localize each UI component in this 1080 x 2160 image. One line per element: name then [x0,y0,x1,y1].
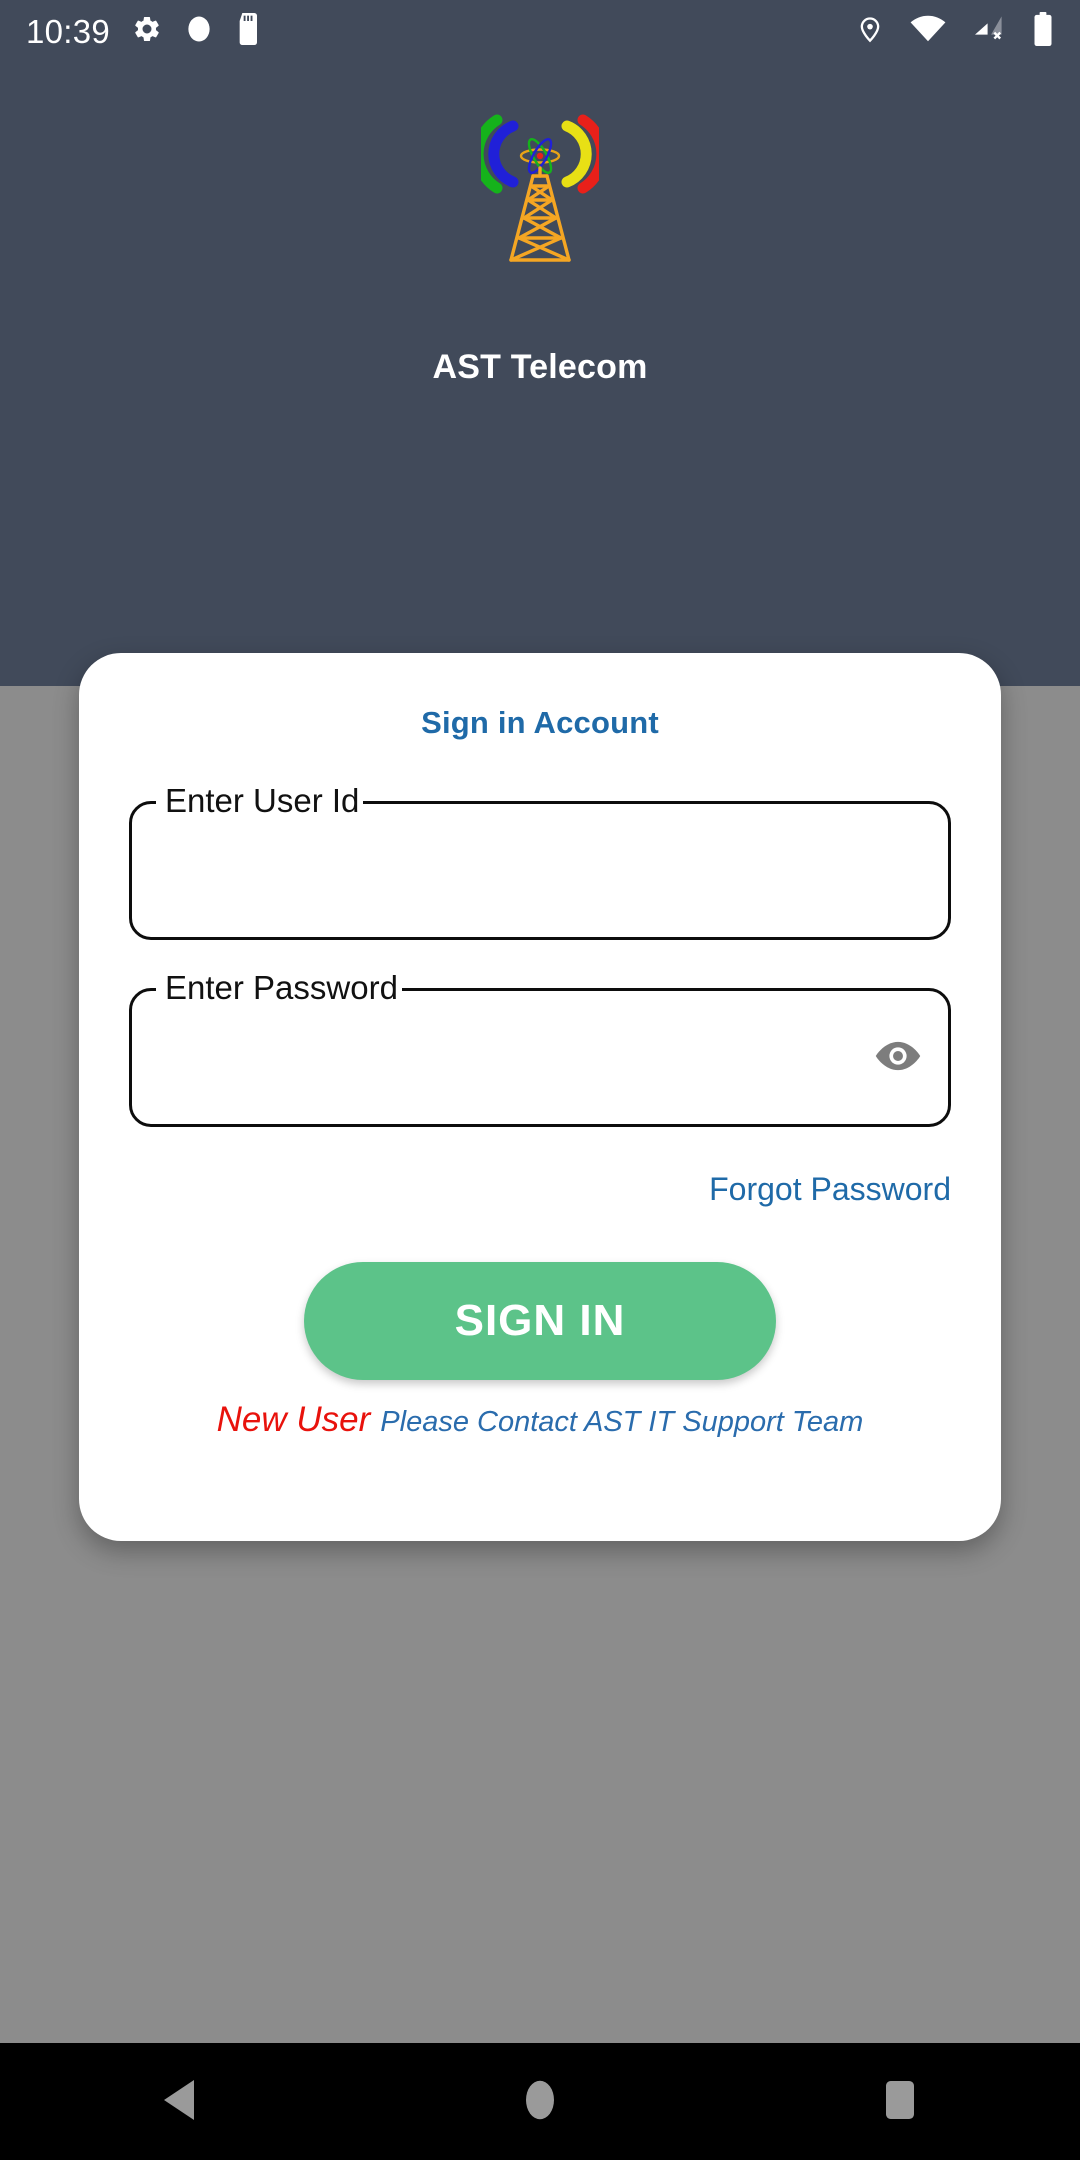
nav-recents-button[interactable] [840,2043,960,2160]
telecom-tower-logo [481,114,599,262]
location-pin-icon [856,12,884,51]
nav-back-button[interactable] [120,2043,240,2160]
nav-home-button[interactable] [480,2043,600,2160]
signin-button-row: SIGN IN [79,1262,1001,1380]
circle-icon [184,14,214,49]
home-circle-icon [524,2078,556,2125]
new-user-row: New User Please Contact AST IT Support T… [79,1400,1001,1440]
user-id-input[interactable] [153,825,865,916]
back-triangle-icon [160,2078,200,2125]
card-title: Sign in Account [421,705,659,740]
battery-full-icon [1032,11,1054,51]
new-user-label: New User [216,1400,371,1439]
password-label: Enter Password [161,968,402,1008]
sd-card-icon [236,12,262,50]
app-title: AST Telecom [432,348,648,386]
status-bar: 10:39 [0,0,1080,62]
recents-square-icon [883,2078,917,2125]
status-bar-right [856,11,1054,51]
cellular-no-sim-icon [972,15,1006,48]
wifi-icon [910,15,946,48]
phone-screen: 10:39 AST Telecom Sign in Account Enter … [0,0,1080,2160]
header-region: 10:39 AST Telecom [0,0,1080,686]
eye-visibility-icon [875,1040,921,1075]
user-id-field[interactable]: Enter User Id [129,781,951,940]
logo-container [0,112,1080,264]
login-card: Sign in Account Enter User Id Enter Pass… [79,653,1001,1541]
new-user-hint: Please Contact AST IT Support Team [380,1406,864,1438]
password-field[interactable]: Enter Password [129,968,951,1127]
status-bar-left: 10:39 [26,12,262,50]
settings-gear-icon [132,14,162,49]
password-input[interactable] [153,1012,865,1103]
user-id-label: Enter User Id [161,781,364,821]
status-clock: 10:39 [26,12,111,50]
sign-in-button[interactable]: SIGN IN [304,1262,776,1380]
android-nav-bar [0,2043,1080,2160]
password-visibility-toggle-button[interactable] [871,1031,925,1085]
forgot-password-link[interactable]: Forgot Password [79,1171,951,1208]
